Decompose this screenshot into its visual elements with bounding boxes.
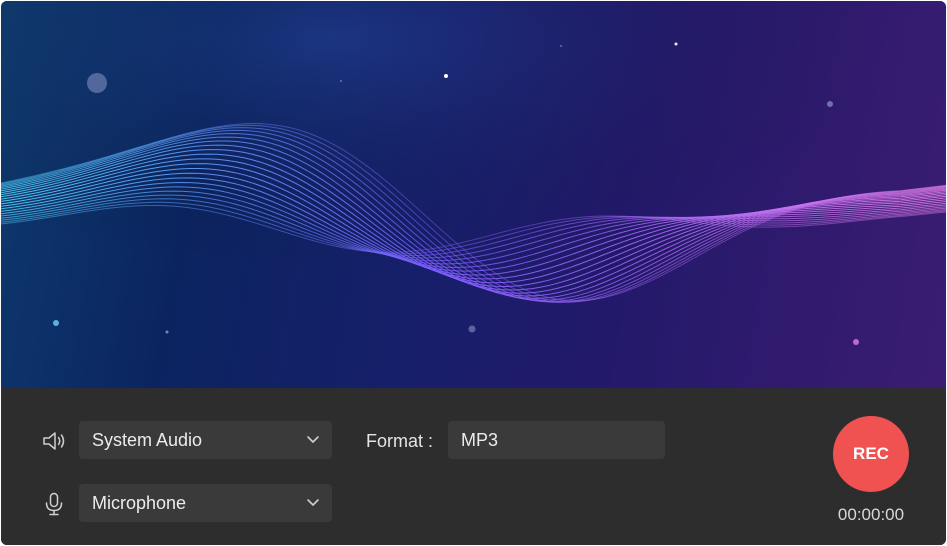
format-label: Format : bbox=[366, 431, 434, 451]
format-value: MP3 bbox=[461, 429, 499, 450]
star-dot bbox=[165, 330, 169, 334]
microphone-icon bbox=[41, 491, 67, 517]
recording-timer: 00:00:00 bbox=[837, 505, 905, 524]
speaker-icon bbox=[41, 428, 67, 454]
format-field[interactable]: MP3 bbox=[448, 421, 665, 459]
microphone-select[interactable]: Microphone bbox=[79, 484, 332, 522]
waveform-illustration bbox=[1, 1, 946, 388]
system-audio-label: System Audio bbox=[92, 429, 203, 450]
recorder-window: System Audio Format : MP3 Microphone REC… bbox=[1, 1, 946, 545]
star-dot bbox=[853, 339, 859, 345]
record-button-label: REC bbox=[853, 444, 889, 463]
waveform-banner bbox=[1, 1, 946, 388]
star-dot bbox=[468, 325, 476, 333]
star-dot bbox=[53, 320, 59, 326]
control-panel: System Audio Format : MP3 Microphone REC… bbox=[1, 388, 946, 545]
star-dot bbox=[827, 101, 833, 107]
microphone-label: Microphone bbox=[92, 492, 187, 513]
system-audio-select[interactable]: System Audio bbox=[79, 421, 332, 459]
star-dot bbox=[444, 74, 448, 78]
record-button[interactable]: REC bbox=[833, 416, 909, 492]
star-dot bbox=[674, 42, 678, 46]
star-dot bbox=[87, 73, 107, 93]
star-dot bbox=[560, 45, 562, 47]
chevron-down-icon bbox=[307, 436, 319, 443]
chevron-down-icon bbox=[307, 499, 319, 506]
star-dot bbox=[340, 80, 342, 82]
